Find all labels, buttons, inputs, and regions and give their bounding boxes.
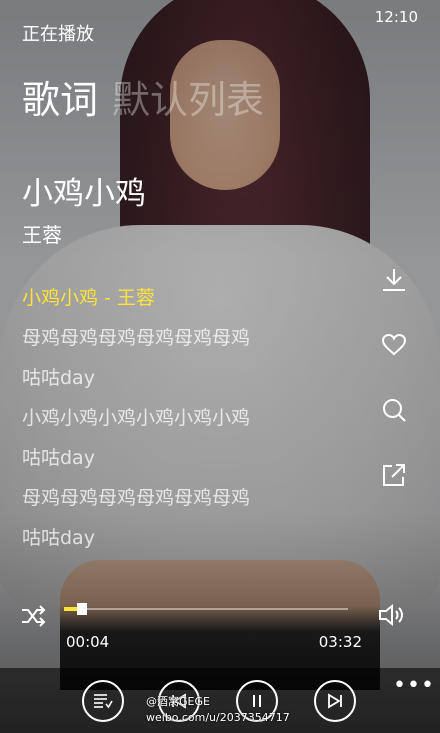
share-icon[interactable] [376,457,412,493]
progress-track [64,608,348,610]
song-artist: 王蓉 [22,223,62,247]
volume-icon[interactable] [378,603,406,631]
progress-fill [64,607,77,611]
lyric-line: 咕咕day [22,527,95,549]
shuffle-icon[interactable] [20,605,46,631]
lyric-line-current: 小鸡小鸡 - 王蓉 [22,287,155,309]
total-time: 03:32 [318,633,362,651]
tab-lyrics[interactable]: 歌词 [22,78,98,122]
lyric-line: 母鸡母鸡母鸡母鸡母鸡母鸡 [22,327,251,349]
lyric-line: 咕咕day [22,447,95,469]
progress-slider[interactable] [64,603,348,615]
pivot-tabs: 歌词 默认列表 [22,78,264,122]
watermark-url: weibo.com/u/2037354717 [146,711,290,724]
song-title: 小鸡小鸡 [22,176,146,212]
now-playing-screen: 正在播放 12:10 歌词 默认列表 小鸡小鸡 王蓉 小鸡小鸡 - 王蓉 母鸡母鸡… [0,0,440,733]
lyric-line: 母鸡母鸡母鸡母鸡母鸡母鸡 [22,487,251,509]
playlist-icon[interactable] [82,680,124,722]
lyrics-panel[interactable]: 小鸡小鸡 - 王蓉 母鸡母鸡母鸡母鸡母鸡母鸡 咕咕day 小鸡小鸡小鸡小鸡小鸡小… [22,285,352,565]
watermark-handle: @酒窝GEGE [146,695,210,708]
progress-thumb[interactable] [77,603,87,615]
download-icon[interactable] [376,262,412,298]
status-clock: 12:10 [374,8,418,26]
page-title: 正在播放 [22,24,94,45]
lyric-line: 小鸡小鸡小鸡小鸡小鸡小鸡 [22,407,251,429]
more-options-icon[interactable]: ••• [393,673,435,698]
tab-default-list[interactable]: 默认列表 [112,78,264,122]
side-actions [376,262,416,522]
heart-icon[interactable] [376,327,412,363]
lyric-line: 咕咕day [22,367,95,389]
next-icon[interactable] [314,680,356,722]
search-icon[interactable] [376,392,412,428]
elapsed-time: 00:04 [66,633,110,651]
